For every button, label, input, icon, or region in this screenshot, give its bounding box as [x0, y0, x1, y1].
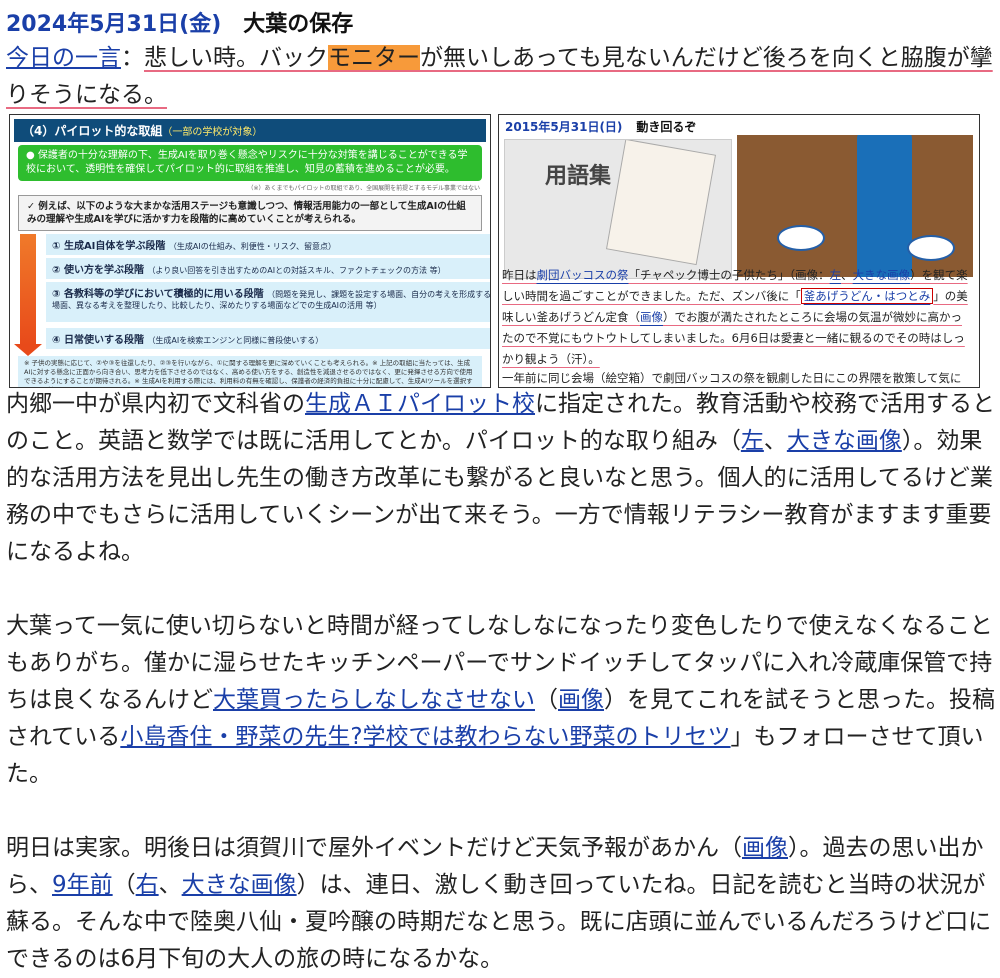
- link-large-image[interactable]: 大きな画像: [787, 428, 902, 454]
- diary-page: 2024年5月31日(金) 大葉の保存 今日の一言：悲しい時。バックモニターが無い…: [0, 0, 1000, 972]
- link-ai-pilot-school[interactable]: 生成ＡＩパイロット校: [305, 391, 535, 417]
- pd-text-a: 「チャペック博士の子供たち」（画像：: [628, 268, 830, 282]
- sake-cup-icon: [777, 225, 825, 251]
- link-nine-years-ago[interactable]: 9年前: [52, 872, 113, 898]
- slide-footnotes: ※ 子供の実態に応じて、②や③を往還したり、②③を行いながら、①に関する理解を更…: [18, 356, 482, 387]
- p3-text-c: （: [112, 872, 136, 898]
- past-diary-date: 2015年5月31日(日): [505, 120, 623, 134]
- stage-4-label: ④ 日常使いする段階: [52, 335, 144, 346]
- pd-boxed-restaurant: 釜あげうどん・はつとみ: [800, 288, 934, 304]
- photo-card: [605, 140, 717, 266]
- pd-link-large-image: 大きな画像: [852, 268, 911, 282]
- stage-1-sub: （生成AIの仕組み、利便性・リスク、留意点）: [168, 242, 337, 251]
- pd-text-b: 、: [841, 268, 853, 282]
- daily-remark-link[interactable]: 今日の一言: [6, 45, 121, 71]
- sake-cup-icon: [907, 235, 955, 261]
- past-diary-image[interactable]: 2015年5月31日(日) 動き回るぞ 用語集 昨日は劇団バッコスの祭「チャペック…: [498, 114, 980, 388]
- past-diary-bottom-line: 一年前に同じ会場（絵空箱）で劇団バッコスの祭を観劇した日にこの界隈を散策して気に: [502, 371, 962, 385]
- pilot-initiative-slide-image[interactable]: （4）パイロット的な取組（一部の学校が対象） ● 保護者の十分な理解の下、生成A…: [9, 114, 491, 388]
- stage-4: ④ 日常使いする段階 （生成AIを検索エンジンと同様に普段使いする）: [46, 328, 490, 349]
- paragraph-2: 大葉って一気に使い切らないと時間が経ってしなしなになったり変色したりで使えなくな…: [6, 608, 996, 793]
- past-diary-title: 動き回るぞ: [636, 120, 697, 134]
- sake-bottle-icon: [857, 135, 912, 277]
- slide-heading: （4）パイロット的な取組（一部の学校が対象）: [14, 119, 486, 142]
- sake-photo: [737, 135, 973, 277]
- stage-1-label: ① 生成AI自体を学ぶ段階: [52, 241, 166, 252]
- p3-text-a: 明日は実家。明後日は須賀川で屋外イベントだけど天気予報があかん（: [6, 835, 742, 861]
- entry-date: 2024年5月31日(金): [6, 12, 222, 37]
- pd-link-image: 画像: [640, 310, 663, 324]
- slide-stages: ① 生成AI自体を学ぶ段階 （生成AIの仕組み、利便性・リスク、留意点） ② 使…: [14, 234, 490, 356]
- entry-title: 大葉の保存: [243, 12, 354, 37]
- link-vegetable-teacher[interactable]: 小島香住・野菜の先生?学校では教わらない野菜のトリセツ: [120, 724, 730, 750]
- stage-1: ① 生成AI自体を学ぶ段階 （生成AIの仕組み、利便性・リスク、留意点）: [46, 234, 490, 255]
- paragraph-1: 内郷一中が県内初で文科省の生成ＡＩパイロット校に指定された。教育活動や校務で活用…: [6, 386, 996, 571]
- link-left[interactable]: 左: [741, 428, 764, 454]
- daily-remark-colon: ：: [121, 45, 144, 71]
- link-right[interactable]: 右: [136, 872, 159, 898]
- daily-remark-text-1: 悲しい時。バック: [144, 45, 328, 71]
- paragraph-3: 明日は実家。明後日は須賀川で屋外イベントだけど天気予報があかん（画像）。過去の思…: [6, 830, 996, 978]
- link-shiso-tips[interactable]: 大葉買ったらしなしなさせない: [213, 687, 535, 713]
- slide-heading-sub: （一部の学校が対象）: [162, 127, 263, 138]
- link-image[interactable]: 画像: [558, 687, 604, 713]
- p3-text-d: 、: [158, 872, 182, 898]
- pd-link-left: 左: [829, 268, 842, 282]
- pd-text-pre: 昨日は: [502, 268, 537, 282]
- slide-heading-text: （4）パイロット的な取組: [22, 124, 163, 138]
- p1-text-a: 内郷一中が県内初で文科省の: [6, 391, 305, 417]
- glossary-label: 用語集: [545, 163, 612, 189]
- daily-remark: 今日の一言：悲しい時。バックモニターが無いしあっても見ないんだけど後ろを向くと脇…: [6, 40, 996, 114]
- stage-3: ③ 各教科等の学びにおいて積極的に用いる段階 （問題を発見し、課題を設定する場面…: [46, 282, 490, 322]
- stage-4-sub: （生成AIを検索エンジンと同様に普段使いする）: [147, 336, 324, 345]
- slide-note: （※）あくまでもパイロットの取組であり、全国展開を前提とするモデル事業ではない: [247, 185, 480, 192]
- stage-3-label: ③ 各教科等の学びにおいて積極的に用いる段階: [52, 289, 264, 300]
- stage-2: ② 使い方を学ぶ段階 （より良い回答を引き出すためのAIとの対話スキル、ファクト…: [46, 258, 490, 279]
- theater-photo: 用語集: [504, 139, 732, 279]
- slide-summary-box: ✓ 例えば、以下のような大まかな活用ステージも意識しつつ、情報活用能力の一部とし…: [18, 195, 482, 231]
- slide-green-box: ● 保護者の十分な理解の下、生成AIを取り巻く懸念やリスクに十分な対策を講じるこ…: [18, 145, 482, 181]
- p2-text-b: （: [535, 687, 558, 713]
- stage-2-label: ② 使い方を学ぶ段階: [52, 265, 144, 276]
- entry-header: 2024年5月31日(金) 大葉の保存: [6, 6, 353, 38]
- link-weather-image[interactable]: 画像: [742, 835, 788, 861]
- pd-link-theater: 劇団バッコスの祭: [536, 268, 629, 282]
- down-arrow-icon: [14, 234, 42, 356]
- past-diary-text: 昨日は劇団バッコスの祭「チャペック博士の子供たち」（画像：左、大きな画像）を観て…: [502, 265, 972, 370]
- entry-body: 内郷一中が県内初で文科省の生成ＡＩパイロット校に指定された。教育活動や校務で活用…: [6, 386, 996, 978]
- link-large-image-2[interactable]: 大きな画像: [182, 872, 297, 898]
- stage-2-sub: （より良い回答を引き出すためのAIとの対話スキル、ファクトチェックの方法 等）: [147, 266, 446, 275]
- p1-text-c: 、: [763, 428, 787, 454]
- highlighted-word: モニター: [328, 45, 420, 71]
